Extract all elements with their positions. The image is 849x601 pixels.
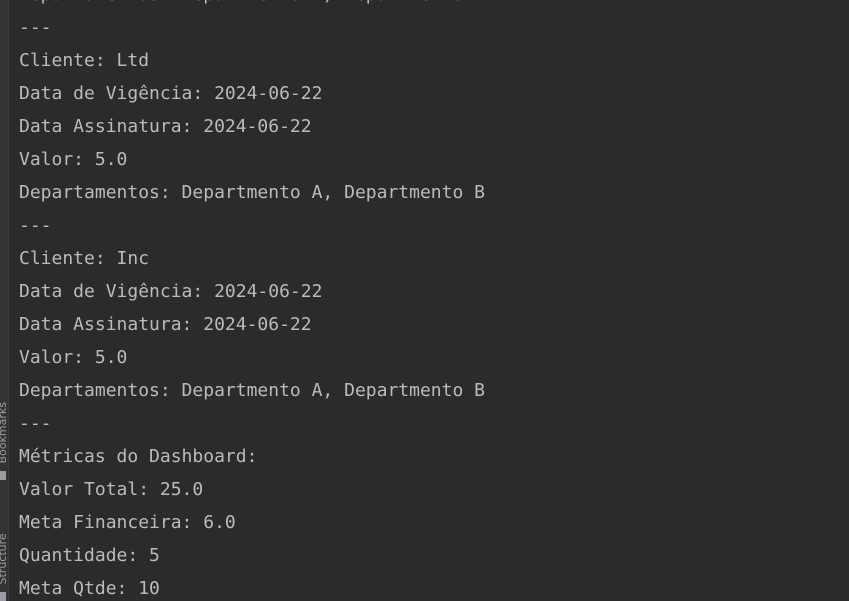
- console-line: Departamentos: Departmento A, Department…: [19, 0, 849, 11]
- structure-icon: [0, 592, 7, 601]
- console-line: ---: [19, 413, 52, 434]
- console-line: Data de Vigência: 2024-06-22: [19, 281, 323, 302]
- console-line: ---: [19, 215, 52, 236]
- console-line: Departamentos: Departmento A, Department…: [19, 380, 485, 401]
- run-console-window: Bookmarks Structure Departamentos: Depar…: [0, 0, 849, 601]
- console-line: Data de Vigência: 2024-06-22: [19, 83, 323, 104]
- console-line: Cliente: Ltd: [19, 50, 150, 71]
- bookmarks-tab-label: Bookmarks: [0, 402, 9, 464]
- console-line: Quantidade: 5: [19, 545, 160, 566]
- console-output[interactable]: Departamentos: Departmento A, Department…: [19, 0, 849, 601]
- console-line: Departamentos: Departmento A, Department…: [19, 182, 485, 203]
- bookmark-icon: [0, 471, 7, 480]
- console-line: Meta Qtde: 10: [19, 578, 160, 599]
- console-line: Data Assinatura: 2024-06-22: [19, 116, 312, 137]
- console-line: Valor: 5.0: [19, 149, 128, 170]
- structure-tab-label: Structure: [0, 533, 9, 585]
- console-line: Métricas do Dashboard:: [19, 446, 258, 467]
- bookmarks-tab[interactable]: Bookmarks: [0, 392, 9, 480]
- console-line: Data Assinatura: 2024-06-22: [19, 314, 312, 335]
- console-line: Cliente: Inc: [19, 248, 150, 269]
- console-line: Valor Total: 25.0: [19, 479, 204, 500]
- console-line: ---: [19, 17, 52, 38]
- console-line: Valor: 5.0: [19, 347, 128, 368]
- console-line: Meta Financeira: 6.0: [19, 512, 236, 533]
- structure-tab[interactable]: Structure: [0, 520, 9, 601]
- tool-window-strip: Bookmarks Structure: [0, 0, 9, 601]
